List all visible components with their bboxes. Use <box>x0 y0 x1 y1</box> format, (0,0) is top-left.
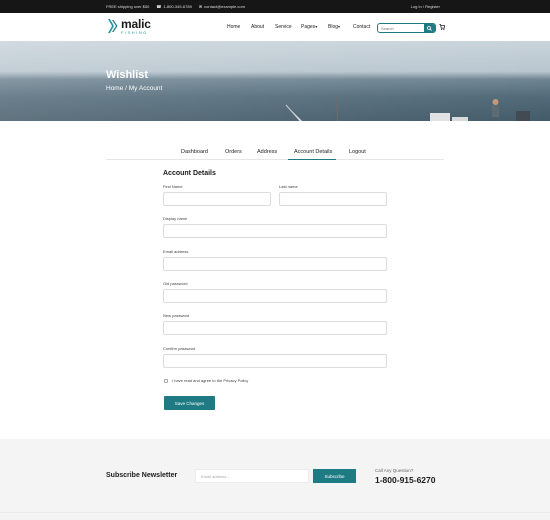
new-password-field[interactable] <box>163 321 387 335</box>
nav-blog[interactable]: Blog▾ <box>328 24 340 30</box>
privacy-checkbox[interactable] <box>164 378 168 383</box>
privacy-consent: I have read and agree to the Privacy Pol… <box>164 378 248 383</box>
footer-strip <box>0 512 550 520</box>
tab-address[interactable]: Address <box>257 149 277 155</box>
search-icon <box>427 25 432 31</box>
fishing-boat-image <box>285 95 530 121</box>
mail-icon: ✉ <box>198 4 203 9</box>
site-logo[interactable]: malic FISHING <box>106 17 151 35</box>
shipping-notice: FREE shipping over $50 <box>106 4 150 9</box>
top-bar: FREE shipping over $50 ☎ 1-800-345-6789 … <box>0 0 550 13</box>
nav-about[interactable]: About <box>251 24 264 30</box>
login-register-link[interactable]: Log In / Register <box>411 0 440 13</box>
nav-blog-label: Blog <box>328 24 339 30</box>
confirm-password-field[interactable] <box>163 354 387 368</box>
phone-info[interactable]: ☎ 1-800-345-6789 <box>156 4 191 9</box>
page-banner: Wishlist Home / My Account <box>0 41 550 121</box>
first-name-label: First Name <box>163 184 183 189</box>
first-name-field[interactable] <box>163 192 271 206</box>
nav-pages-label: Pages <box>301 24 316 30</box>
nav-contact[interactable]: Contact <box>353 24 370 30</box>
newsletter-email-input[interactable]: Email address... <box>195 469 309 483</box>
site-header: malic FISHING Home About Service Pages▾ … <box>0 13 550 41</box>
last-name-field[interactable] <box>279 192 387 206</box>
search-input[interactable] <box>381 25 423 32</box>
fish-logo-icon <box>108 19 118 33</box>
old-password-field[interactable] <box>163 289 387 303</box>
display-name-field[interactable] <box>163 224 387 238</box>
search-box <box>377 23 436 33</box>
save-changes-button[interactable]: Save Changes <box>164 396 215 410</box>
chevron-down-icon: ▾ <box>338 24 341 29</box>
top-bar-info: FREE shipping over $50 ☎ 1-800-345-6789 … <box>106 0 245 13</box>
subscribe-button[interactable]: Subscribe <box>313 469 356 483</box>
nav-pages[interactable]: Pages▾ <box>301 24 317 30</box>
newsletter-title: Subscribe Newsletter <box>106 472 178 479</box>
email-field[interactable] <box>163 257 387 271</box>
tab-orders[interactable]: Orders <box>225 149 242 155</box>
phone-text: 1-800-345-6789 <box>163 4 192 9</box>
breadcrumb[interactable]: Home / My Account <box>106 85 162 92</box>
nav-home[interactable]: Home <box>227 24 240 30</box>
logo-tagline: FISHING <box>121 29 148 35</box>
last-name-label: Last name <box>279 184 298 189</box>
nav-service[interactable]: Service <box>275 24 292 30</box>
newsletter-placeholder: Email address... <box>201 474 230 479</box>
new-password-label: New password <box>163 313 190 318</box>
tab-dashboard[interactable]: Dashboard <box>181 149 208 155</box>
page-title: Wishlist <box>106 69 149 81</box>
tab-account-details[interactable]: Account Details <box>294 149 332 155</box>
email-text: contact@example.com <box>204 4 245 9</box>
chevron-down-icon: ▾ <box>315 24 318 29</box>
email-label: Email address <box>163 249 189 254</box>
phone-icon: ☎ <box>156 4 162 9</box>
cart-icon[interactable] <box>439 23 445 31</box>
privacy-label: I have read and agree to the Privacy Pol… <box>172 378 249 383</box>
old-password-label: Old password <box>163 281 188 286</box>
tab-logout[interactable]: Logout <box>349 149 366 155</box>
display-name-label: Display name <box>163 216 188 221</box>
confirm-password-label: Confirm password <box>163 346 196 351</box>
form-title: Account Details <box>163 170 216 177</box>
call-number[interactable]: 1-800-915-6270 <box>375 475 436 485</box>
logo-name: malic <box>121 16 151 31</box>
search-button[interactable] <box>424 24 435 32</box>
call-label: Call Any Question? <box>375 468 414 473</box>
active-tab-indicator <box>288 159 336 160</box>
account-tabs: Dashboard Orders Address Account Details… <box>106 146 444 160</box>
email-info[interactable]: ✉ contact@example.com <box>199 4 245 9</box>
